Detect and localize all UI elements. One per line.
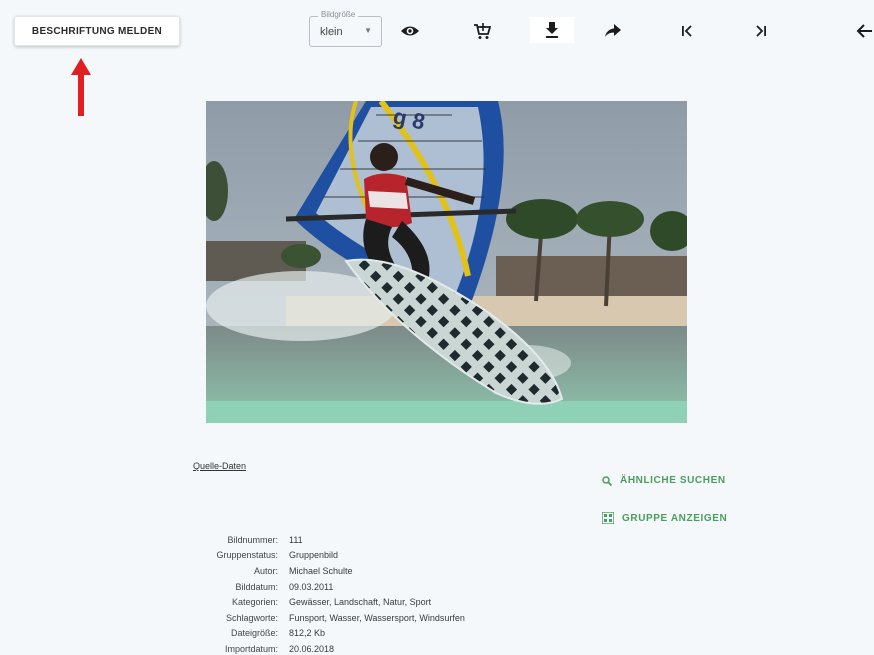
preview-button[interactable] [398,19,422,43]
metadata-value: 20.06.2018 [289,643,335,654]
metadata-value: Funsport, Wasser, Wassersport, Windsurfe… [289,612,465,623]
metadata-key: Autor: [253,565,278,576]
find-similar-label: ÄHNLICHE SUCHEN [620,475,726,486]
metadata-key: Schlagworte: [225,612,278,623]
dropdown-caret-icon: ▼ [364,26,372,35]
share-button[interactable] [601,19,625,43]
metadata-row: Bilddatum: 09.03.2011 [186,579,465,595]
search-icon [602,475,612,486]
metadata-key: Bilddatum: [235,581,278,592]
red-arrow-annotation [71,58,91,116]
group-grid-icon [602,512,614,524]
show-group-label: GRUPPE ANZEIGEN [622,512,728,524]
metadata-key: Gruppenstatus: [216,550,278,561]
back-button[interactable] [856,19,874,43]
image-metadata-table: Bildnummer: 111 Gruppenstatus: Gruppenbild… [186,532,465,655]
show-group-button[interactable]: GRUPPE ANZEIGEN [602,512,727,524]
windsurfing-photo: g 8 [206,101,687,423]
metadata-value: 111 [289,534,303,545]
metadata-value: Gewässer, Landschaft, Natur, Sport [289,597,432,608]
download-icon [546,22,558,38]
source-data-link[interactable]: Quelle-Daten [193,461,246,471]
back-icon [856,24,872,38]
image-size-select[interactable]: Bildgröße klein ▼ [309,10,382,47]
metadata-key: Importdatum: [224,643,278,654]
first-page-icon [682,25,692,37]
find-similar-button[interactable]: ÄHNLICHE SUCHEN [602,475,726,486]
metadata-row: Gruppenstatus: Gruppenbild [186,548,465,564]
metadata-row: Schlagworte: Funsport, Wasser, Wasserspor… [186,610,465,626]
metadata-key: Dateigröße: [230,628,278,639]
add-to-cart-button[interactable] [470,19,494,43]
eye-icon [401,26,419,36]
metadata-row: Autor: Michael Schulte [186,563,465,579]
first-page-button[interactable] [675,19,699,43]
image-size-value: klein [320,26,343,38]
metadata-value: Gruppenbild [289,550,339,561]
metadata-row: Importdatum: 20.06.2018 [186,641,465,655]
metadata-key: Kategorien: [231,597,278,608]
metadata-row: Bildnummer: 111 [186,532,465,548]
download-button[interactable] [530,17,574,43]
metadata-value: 812,2 Kb [289,628,326,639]
metadata-value: 09.03.2011 [289,581,334,592]
metadata-value: Michael Schulte [289,565,353,576]
last-page-icon [756,25,766,37]
report-caption-button[interactable]: BESCHRIFTUNG MELDEN [14,16,180,46]
metadata-row: Kategorien: Gewässer, Landschaft, Natur, … [186,594,465,610]
last-page-button[interactable] [749,19,773,43]
cart-add-icon [474,23,491,39]
image-size-legend: Bildgröße [318,10,359,19]
metadata-key: Bildnummer: [227,534,278,545]
metadata-row: Dateigröße: 812,2 Kb [186,626,465,642]
share-icon [605,24,621,37]
